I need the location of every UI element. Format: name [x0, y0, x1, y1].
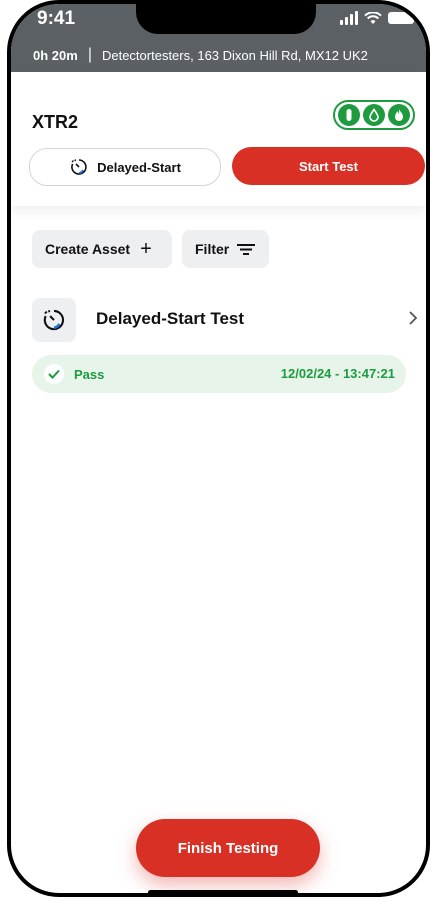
home-indicator	[148, 890, 298, 893]
finish-testing-button[interactable]: Finish Testing	[136, 819, 320, 877]
delayed-start-icon	[71, 159, 87, 175]
filter-icon	[237, 244, 256, 255]
result-timestamp: 12/02/24 - 13:47:21	[280, 366, 395, 381]
location-separator: |	[87, 46, 92, 63]
detector-icon	[338, 104, 360, 126]
create-asset-button[interactable]: Create Asset +	[32, 230, 172, 268]
test-list-item[interactable]: Delayed-Start Test	[32, 298, 424, 342]
result-status: Pass	[74, 366, 105, 382]
delayed-start-test-icon	[32, 298, 76, 342]
drop-icon	[363, 104, 385, 126]
wifi-icon	[364, 11, 382, 24]
delayed-start-label: Delayed-Start	[97, 159, 181, 175]
notch	[136, 4, 316, 34]
chevron-right-icon	[409, 311, 418, 325]
plus-icon: +	[140, 237, 152, 260]
create-asset-label: Create Asset	[45, 241, 131, 257]
test-title: Delayed-Start Test	[96, 309, 245, 328]
session-duration: 0h 20m	[33, 47, 78, 63]
phone-frame: 9:41 0h 20m | Detectortesters, 163 Dixon…	[7, 0, 430, 897]
status-icons	[340, 11, 414, 25]
delayed-start-button[interactable]: Delayed-Start	[29, 148, 221, 186]
flame-icon	[388, 104, 410, 126]
filter-label: Filter	[195, 241, 230, 257]
start-test-button[interactable]: Start Test	[232, 147, 425, 185]
check-icon	[44, 364, 64, 384]
status-time: 9:41	[37, 8, 76, 29]
battery-icon	[388, 12, 414, 24]
site-address: Detectortesters, 163 Dixon Hill Rd, MX12…	[101, 47, 368, 63]
device-capability-badges	[333, 100, 415, 130]
filter-button[interactable]: Filter	[182, 230, 269, 268]
test-result-row[interactable]: Pass 12/02/24 - 13:47:21	[32, 355, 406, 393]
status-bar: 9:41	[11, 4, 426, 38]
signal-icon	[340, 11, 358, 25]
location-bar: 0h 20m | Detectortesters, 163 Dixon Hill…	[11, 38, 426, 72]
device-title: XTR2	[32, 112, 79, 132]
device-card: XTR2 Delayed-Start Start Test	[11, 72, 426, 206]
